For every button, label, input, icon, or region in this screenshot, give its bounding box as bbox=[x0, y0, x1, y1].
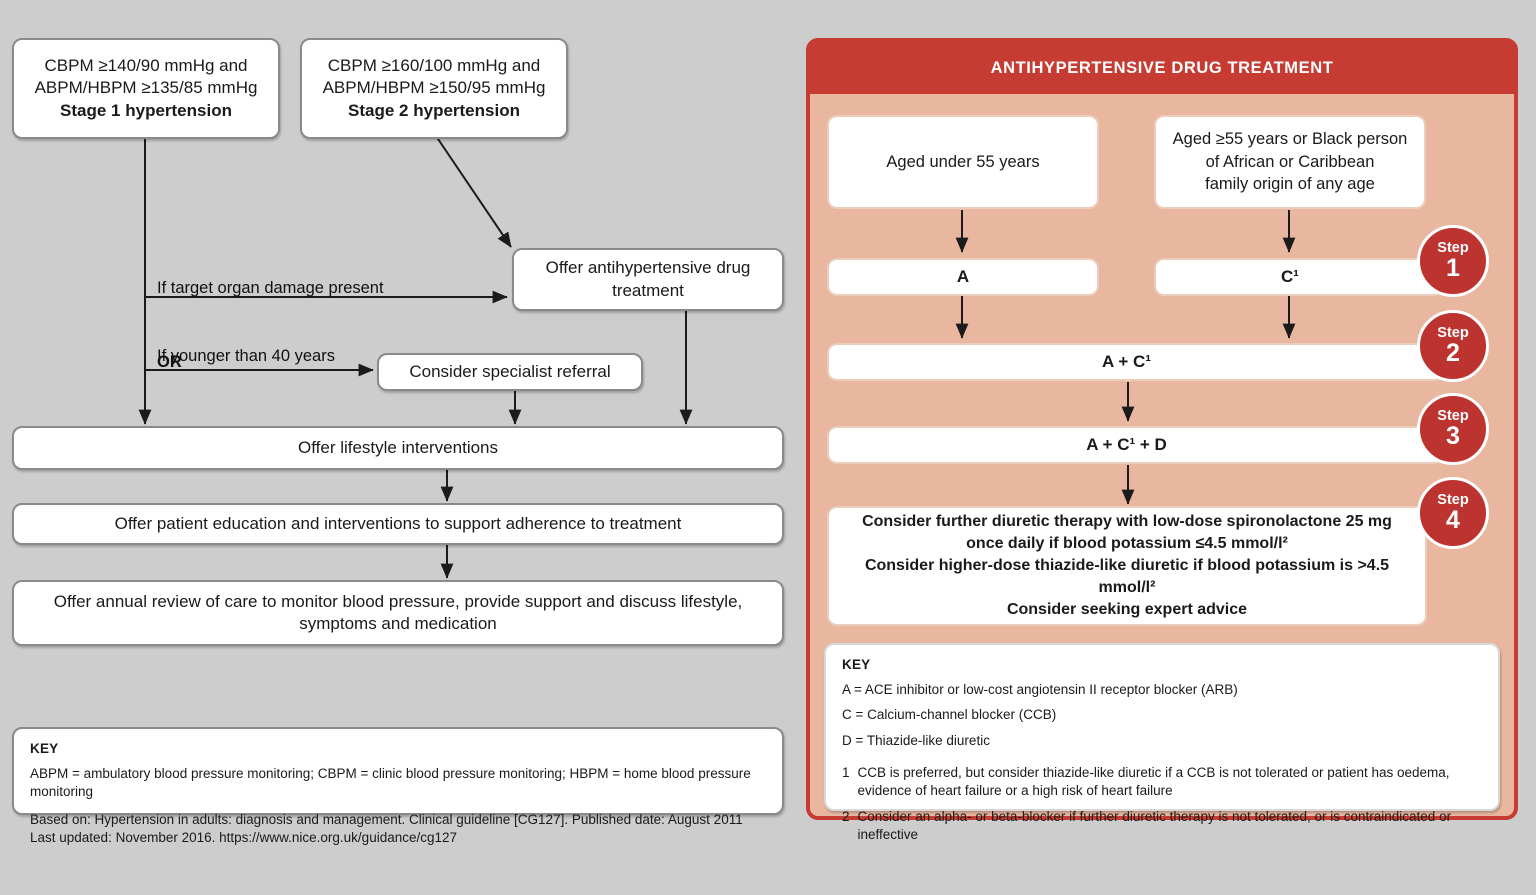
offer-drug-treatment-box: Offer antihypertensive drug treatment bbox=[512, 248, 784, 311]
specialist-referral-box: Consider specialist referral bbox=[377, 353, 643, 391]
step-badge-3: Step 3 bbox=[1417, 393, 1489, 465]
offer-drug-line2: treatment bbox=[612, 280, 684, 300]
footnote-1-number: 1 bbox=[842, 765, 850, 781]
step1-right-label: C¹ bbox=[1281, 267, 1299, 287]
step3-label: A + C¹ + D bbox=[1086, 435, 1167, 455]
specialist-referral-label: Consider specialist referral bbox=[409, 361, 611, 381]
annual-review-box: Offer annual review of care to monitor b… bbox=[12, 580, 784, 646]
panel-title: ANTIHYPERTENSIVE DRUG TREATMENT bbox=[810, 42, 1514, 94]
right-key-footnote-2: 2 Consider an alpha- or beta-blocker if … bbox=[842, 808, 1482, 845]
step-badge-2: Step 2 bbox=[1417, 310, 1489, 382]
right-key-c: C = Calcium-channel blocker (CCB) bbox=[842, 707, 1057, 723]
step4-word: Step bbox=[1437, 491, 1469, 508]
right-key-title: KEY bbox=[842, 657, 871, 672]
stage-1-hypertension-box: CBPM ≥140/90 mmHg and ABPM/HBPM ≥135/85 … bbox=[12, 38, 280, 139]
stage2-line2: ABPM/HBPM ≥150/95 mmHg bbox=[322, 78, 546, 98]
branch-aged-under-55-box: Aged under 55 years bbox=[827, 115, 1099, 209]
step4-line4: Consider seeking expert advice bbox=[1006, 601, 1248, 619]
condition-younger-than-40-label: If younger than 40 years bbox=[157, 347, 335, 365]
branch-right-line2: of African or Caribbean bbox=[1205, 152, 1375, 171]
branch-left-label: Aged under 55 years bbox=[886, 152, 1040, 171]
stage1-line2: ABPM/HBPM ≥135/85 mmHg bbox=[34, 78, 258, 98]
right-key-a: A = ACE inhibitor or low-cost angiotensi… bbox=[842, 682, 1238, 697]
step-badge-4: Step 4 bbox=[1417, 477, 1489, 549]
stage2-line1: CBPM ≥160/100 mmHg and bbox=[327, 55, 541, 75]
right-key-box: KEY A = ACE inhibitor or low-cost angiot… bbox=[824, 643, 1500, 842]
right-key-d: D = Thiazide-like diuretic bbox=[842, 732, 990, 748]
stage1-line3: Stage 1 hypertension bbox=[60, 100, 232, 120]
stage2-line3: Stage 2 hypertension bbox=[348, 100, 520, 120]
left-key-source: Based on: Hypertension in adults: diagno… bbox=[30, 811, 743, 846]
step1-number: 1 bbox=[1446, 254, 1460, 283]
left-key-box: KEY ABPM = ambulatory blood pressure mon… bbox=[12, 727, 784, 845]
step2-number: 2 bbox=[1446, 339, 1460, 368]
footnote-2-text: Consider an alpha- or beta-blocker if fu… bbox=[857, 808, 1452, 843]
step1-word: Step bbox=[1437, 239, 1469, 256]
lifestyle-interventions-box: Offer lifestyle interventions bbox=[12, 426, 784, 470]
right-key-footnote-1: 1 CCB is preferred, but consider thiazid… bbox=[842, 764, 1482, 801]
step2-word: Step bbox=[1437, 324, 1469, 341]
branch-aged-over-55-or-black-box: Aged ≥55 years or Black person of Africa… bbox=[1154, 115, 1426, 209]
step4-number: 4 bbox=[1446, 506, 1460, 535]
step2-drug-box: A + C¹ bbox=[827, 343, 1444, 381]
step1-left-label: A bbox=[956, 267, 970, 287]
step4-line2: once daily if blood potassium ≤4.5 mmol/… bbox=[966, 534, 1288, 552]
branch-right-line1: Aged ≥55 years or Black person bbox=[1172, 129, 1408, 148]
stage1-line1: CBPM ≥140/90 mmHg and bbox=[44, 55, 248, 75]
step4-line1: Consider further diuretic therapy with l… bbox=[862, 512, 1392, 530]
left-key-abbreviations: ABPM = ambulatory blood pressure monitor… bbox=[30, 766, 751, 800]
step3-drug-box: A + C¹ + D bbox=[827, 426, 1444, 464]
step3-word: Step bbox=[1437, 407, 1469, 424]
annual-review-line1: Offer annual review of care to monitor b… bbox=[53, 591, 743, 611]
left-key-title: KEY bbox=[30, 741, 59, 756]
organ-damage-line1: If target organ damage present bbox=[157, 278, 384, 297]
step1-drug-c-box: C¹ bbox=[1154, 258, 1444, 296]
step1-drug-a-box: A bbox=[827, 258, 1099, 296]
step2-label: A + C¹ bbox=[1102, 352, 1151, 372]
branch-right-line3: family origin of any age bbox=[1205, 175, 1375, 194]
footnote-1-text: CCB is preferred, but consider thiazide-… bbox=[857, 765, 1450, 799]
annual-review-line2: symptoms and medication bbox=[299, 614, 497, 633]
lifestyle-label: Offer lifestyle interventions bbox=[298, 437, 498, 457]
step4-line3: Consider higher-dose thiazide-like diure… bbox=[864, 556, 1390, 597]
patient-education-box: Offer patient education and intervention… bbox=[12, 503, 784, 545]
stage-2-hypertension-box: CBPM ≥160/100 mmHg and ABPM/HBPM ≥150/95… bbox=[300, 38, 568, 139]
step4-drug-box: Consider further diuretic therapy with l… bbox=[827, 506, 1427, 626]
step-badge-1: Step 1 bbox=[1417, 225, 1489, 297]
footnote-2-number: 2 bbox=[842, 808, 850, 824]
diagram-root: CBPM ≥140/90 mmHg and ABPM/HBPM ≥135/85 … bbox=[0, 0, 1536, 895]
education-label: Offer patient education and intervention… bbox=[114, 513, 682, 533]
step3-number: 3 bbox=[1446, 422, 1460, 451]
offer-drug-line1: Offer antihypertensive drug bbox=[545, 258, 751, 278]
